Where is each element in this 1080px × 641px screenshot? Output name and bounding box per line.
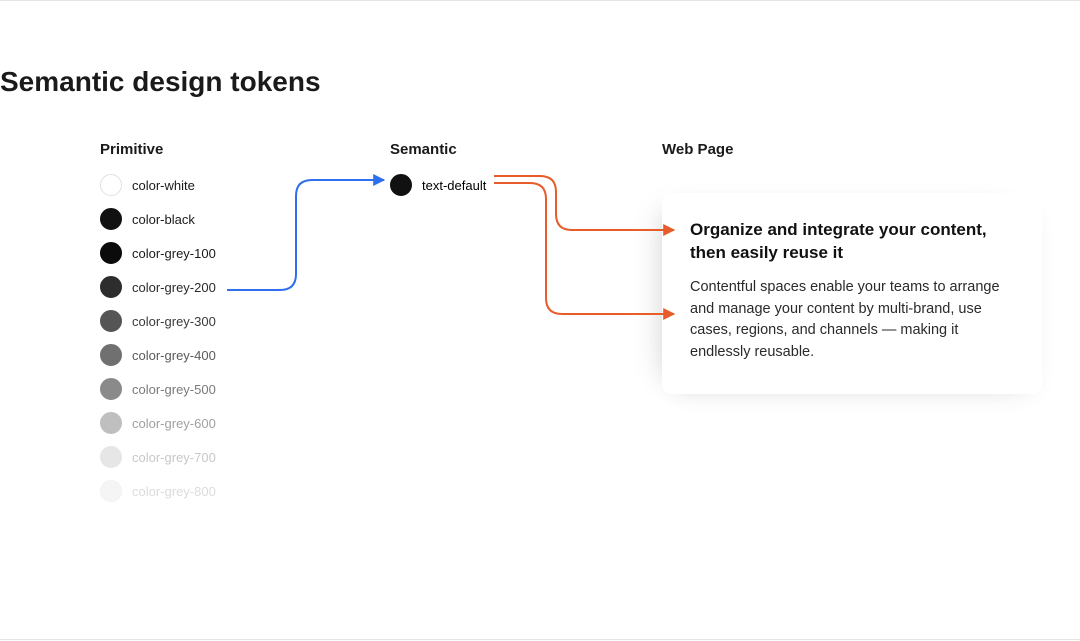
webpage-card: Organize and integrate your content, the… xyxy=(662,193,1042,394)
color-swatch xyxy=(100,208,122,230)
card-title: Organize and integrate your content, the… xyxy=(690,219,1014,265)
primitive-token-label: color-white xyxy=(132,178,195,193)
semantic-header: Semantic xyxy=(390,141,486,158)
color-swatch xyxy=(100,310,122,332)
color-swatch xyxy=(100,344,122,366)
primitive-token-row: color-grey-300 xyxy=(100,310,216,332)
semantic-token-row: text-default xyxy=(390,174,486,196)
primitive-token-label: color-grey-500 xyxy=(132,382,216,397)
primitive-token-label: color-grey-300 xyxy=(132,314,216,329)
primitive-token-label: color-grey-100 xyxy=(132,246,216,261)
color-swatch xyxy=(100,242,122,264)
primitive-column: Primitive color-white color-black color-gr… xyxy=(100,141,216,502)
primitive-token-label: color-grey-200 xyxy=(132,280,216,295)
primitive-token-label: color-black xyxy=(132,212,195,227)
primitive-token-label: color-grey-800 xyxy=(132,484,216,499)
primitive-token-row: color-grey-700 xyxy=(100,446,216,468)
primitive-token-row: color-grey-200 xyxy=(100,276,216,298)
color-swatch xyxy=(100,174,122,196)
arrow-semantic-to-body xyxy=(494,183,674,314)
primitive-token-list: color-white color-black color-grey-100 colo… xyxy=(100,174,216,502)
primitive-header: Primitive xyxy=(100,141,216,158)
primitive-token-row: color-white xyxy=(100,174,216,196)
semantic-swatch xyxy=(390,174,412,196)
semantic-token-label: text-default xyxy=(422,178,486,193)
primitive-token-row: color-grey-100 xyxy=(100,242,216,264)
primitive-token-row: color-black xyxy=(100,208,216,230)
primitive-token-row: color-grey-500 xyxy=(100,378,216,400)
arrow-primitive-to-semantic xyxy=(227,180,384,290)
arrow-semantic-to-title xyxy=(494,176,674,230)
primitive-token-label: color-grey-400 xyxy=(132,348,216,363)
page-title: Semantic design tokens xyxy=(0,66,321,98)
color-swatch xyxy=(100,276,122,298)
primitive-token-label: color-grey-600 xyxy=(132,416,216,431)
card-body: Contentful spaces enable your teams to a… xyxy=(690,277,1014,364)
color-swatch xyxy=(100,412,122,434)
primitive-token-label: color-grey-700 xyxy=(132,450,216,465)
webpage-column: Web Page xyxy=(662,141,733,158)
primitive-token-row: color-grey-800 xyxy=(100,480,216,502)
color-swatch xyxy=(100,480,122,502)
color-swatch xyxy=(100,378,122,400)
primitive-token-row: color-grey-600 xyxy=(100,412,216,434)
color-swatch xyxy=(100,446,122,468)
primitive-token-row: color-grey-400 xyxy=(100,344,216,366)
semantic-column: Semantic text-default xyxy=(390,141,486,196)
webpage-header: Web Page xyxy=(662,141,733,158)
